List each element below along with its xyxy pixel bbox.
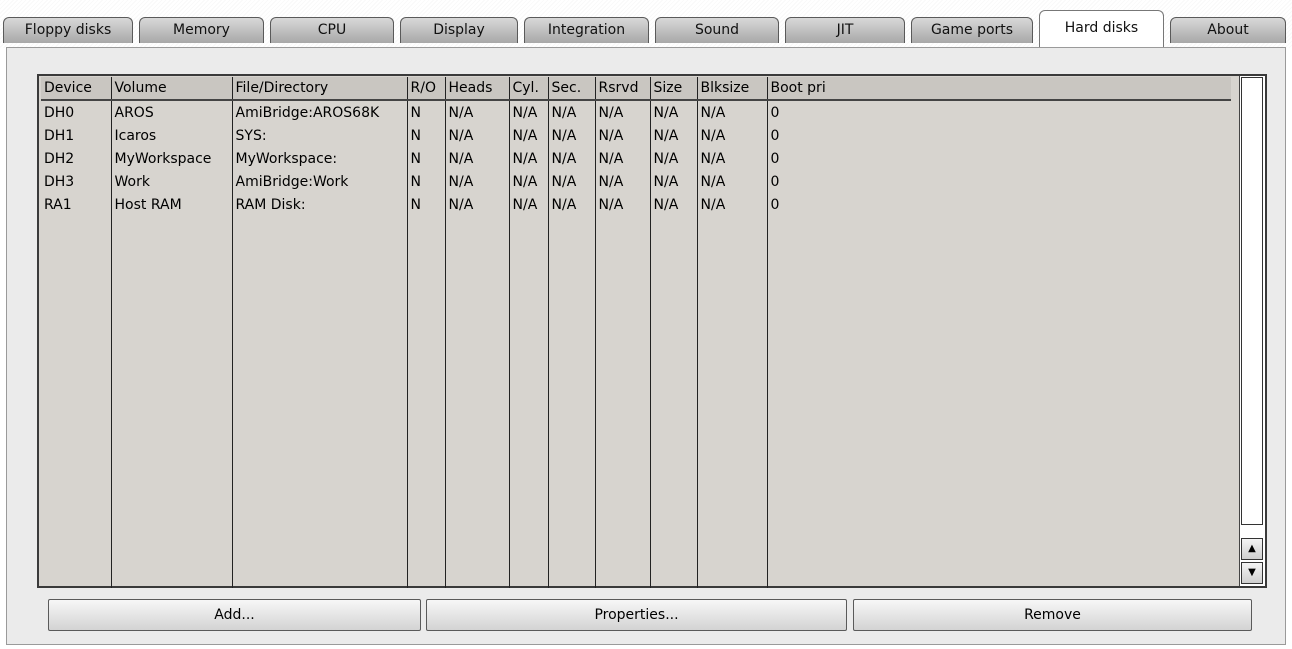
cell-reserved: N/A [595,100,651,124]
scrollbar-thumb[interactable] [1241,77,1263,525]
tab-about[interactable]: About [1170,17,1286,43]
hard-disk-table: Device Volume File/Directory R/O Heads C… [41,77,1231,588]
hard-disks-panel: Device Volume File/Directory R/O Heads C… [6,47,1286,645]
cell-boot-pri: 0 [770,196,780,213]
tab-floppy-disks[interactable]: Floppy disks [3,17,133,43]
arrow-up-icon[interactable]: ▲ [1241,538,1263,560]
column-header-boot-pri[interactable]: Boot pri [767,77,1231,101]
tab-game-ports[interactable]: Game ports [911,17,1033,43]
cell-device: DH1 [41,124,112,147]
cell-boot-pri: 0 [770,150,780,167]
column-header-size[interactable]: Size [650,77,698,101]
table-empty-space [41,216,1231,588]
tab-jit[interactable]: JIT [785,17,905,43]
cell-size: N/A [650,170,698,193]
cell-cylinders: N/A [509,170,549,193]
column-header-device[interactable]: Device [41,77,112,101]
cell-heads: N/A [445,100,510,124]
cell-sectors: N/A [548,193,596,216]
column-header-sectors[interactable]: Sec. [548,77,596,101]
tab-integration[interactable]: Integration [524,17,649,43]
add-button[interactable]: Add... [48,599,421,631]
table-row[interactable]: RA1 Host RAM RAM Disk: N N/A N/A N/A N/A… [41,193,1231,216]
cell-read-only: N [407,170,446,193]
table-row[interactable]: DH1 Icaros SYS: N N/A N/A N/A N/A N/A N/… [41,124,1231,147]
cell-heads: N/A [445,124,510,147]
hard-disk-list[interactable]: Device Volume File/Directory R/O Heads C… [37,74,1267,588]
column-header-blksize[interactable]: Blksize [697,77,768,101]
tab-display[interactable]: Display [400,17,518,43]
cell-blksize: N/A [697,100,768,124]
cell-reserved: N/A [595,170,651,193]
tab-sound[interactable]: Sound [655,17,779,43]
cell-cylinders: N/A [509,100,549,124]
column-header-heads[interactable]: Heads [445,77,510,101]
cell-file-directory: AmiBridge:AROS68K [232,100,408,124]
column-header-cylinders[interactable]: Cyl. [509,77,549,101]
cell-heads: N/A [445,147,510,170]
cell-blksize: N/A [697,170,768,193]
cell-device: RA1 [41,193,112,216]
cell-volume: MyWorkspace [111,147,233,170]
cell-size: N/A [650,193,698,216]
cell-blksize: N/A [697,193,768,216]
cell-size: N/A [650,100,698,124]
cell-device: DH0 [41,100,112,124]
remove-button[interactable]: Remove [853,599,1252,631]
cell-device: DH3 [41,170,112,193]
table-row[interactable]: DH3 Work AmiBridge:Work N N/A N/A N/A N/… [41,170,1231,193]
cell-read-only: N [407,193,446,216]
tab-hard-disks[interactable]: Hard disks [1039,10,1164,48]
cell-sectors: N/A [548,100,596,124]
cell-volume: Work [111,170,233,193]
cell-read-only: N [407,100,446,124]
column-header-file-directory[interactable]: File/Directory [232,77,408,101]
cell-file-directory: AmiBridge:Work [232,170,408,193]
cell-heads: N/A [445,193,510,216]
cell-reserved: N/A [595,124,651,147]
table-header-row: Device Volume File/Directory R/O Heads C… [41,77,1231,101]
table-row[interactable]: DH0 AROS AmiBridge:AROS68K N N/A N/A N/A… [41,100,1231,124]
cell-volume: Host RAM [111,193,233,216]
cell-read-only: N [407,124,446,147]
cell-reserved: N/A [595,193,651,216]
properties-button[interactable]: Properties... [426,599,847,631]
cell-cylinders: N/A [509,193,549,216]
table-row[interactable]: DH2 MyWorkspace MyWorkspace: N N/A N/A N… [41,147,1231,170]
cell-cylinders: N/A [509,124,549,147]
tab-memory[interactable]: Memory [139,17,264,43]
cell-size: N/A [650,147,698,170]
cell-file-directory: SYS: [232,124,408,147]
cell-sectors: N/A [548,124,596,147]
cell-volume: AROS [111,100,233,124]
cell-boot-pri: 0 [770,173,780,190]
tab-bar: Floppy disks Memory CPU Display Integrat… [0,0,1292,48]
cell-device: DH2 [41,147,112,170]
column-header-reserved[interactable]: Rsrvd [595,77,651,101]
cell-sectors: N/A [548,147,596,170]
cell-size: N/A [650,124,698,147]
cell-heads: N/A [445,170,510,193]
arrow-down-icon[interactable]: ▼ [1241,562,1263,584]
cell-reserved: N/A [595,147,651,170]
cell-file-directory: MyWorkspace: [232,147,408,170]
cell-boot-pri: 0 [770,127,780,144]
cell-sectors: N/A [548,170,596,193]
vertical-scrollbar[interactable]: ▲ ▼ [1239,76,1265,586]
cell-file-directory: RAM Disk: [232,193,408,216]
column-header-read-only[interactable]: R/O [407,77,446,101]
cell-blksize: N/A [697,147,768,170]
cell-read-only: N [407,147,446,170]
cell-volume: Icaros [111,124,233,147]
tab-cpu[interactable]: CPU [270,17,394,43]
cell-boot-pri: 0 [770,104,780,121]
cell-blksize: N/A [697,124,768,147]
column-header-volume[interactable]: Volume [111,77,233,101]
cell-cylinders: N/A [509,147,549,170]
